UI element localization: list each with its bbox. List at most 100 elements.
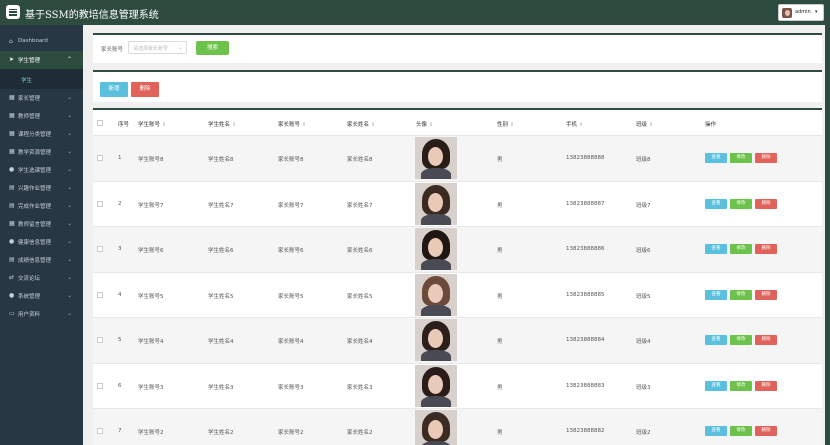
edit-button[interactable]: 修改 (730, 153, 752, 163)
view-button[interactable]: 查看 (705, 153, 727, 163)
grid-icon: ▦ (9, 94, 15, 101)
sidebar-item[interactable]: ▦ 家长管理 ⌄ (0, 89, 83, 107)
delete-button[interactable]: 删除 (755, 198, 777, 209)
sort-icon[interactable]: ⇕ (302, 122, 306, 128)
parent-account-select[interactable]: 请选择家长账号 ⌄ (128, 41, 187, 54)
sort-icon[interactable]: ⇕ (371, 122, 375, 128)
cell-phone: 13823888888 (566, 155, 605, 161)
delete-button[interactable]: 删除 (755, 335, 777, 345)
view-button[interactable]: 查看 (705, 380, 727, 391)
cell-no: 5 (118, 337, 122, 343)
column-header[interactable]: 性别 ⇕ (497, 120, 514, 128)
sidebar-item-label: 学生选课管理 (18, 168, 52, 174)
delete-button[interactable]: 删除 (755, 380, 777, 391)
cell-class: 班级3 (636, 384, 651, 391)
sidebar-item-label: Dashboard (18, 38, 48, 44)
edit-button[interactable]: 修改 (730, 198, 752, 209)
add-button[interactable]: 新增 (100, 82, 128, 97)
cell-no: 4 (118, 291, 122, 298)
view-button[interactable]: 查看 (705, 289, 727, 300)
row-checkbox[interactable] (97, 200, 103, 207)
edit-button[interactable]: 修改 (730, 426, 752, 436)
cell-gender: 男 (497, 248, 503, 254)
cell-parent-account: 家长账号6 (278, 248, 304, 254)
sort-icon[interactable]: ⇕ (579, 122, 583, 128)
sort-icon[interactable]: ⇕ (232, 122, 236, 128)
view-button[interactable]: 查看 (705, 426, 727, 436)
edit-button[interactable]: 修改 (730, 289, 752, 300)
row-checkbox[interactable] (97, 428, 103, 434)
sidebar-item-label: 教师管理 (18, 114, 41, 120)
cell-no: 3 (118, 246, 122, 252)
delete-button[interactable]: 删除 (755, 153, 777, 163)
sidebar-item[interactable]: ▭ 用户资料 ⌄ (0, 305, 83, 323)
sidebar-item[interactable]: ⌂ Dashboard (0, 33, 83, 51)
search-button[interactable]: 搜索 (196, 41, 229, 55)
menu-toggle-icon[interactable] (6, 5, 20, 19)
cell-student-name: 学生姓名4 (208, 339, 234, 345)
sidebar-item[interactable]: ● 学生选课管理 ⌄ (0, 161, 83, 179)
sidebar-item[interactable]: ▦ 教学资源管理 ⌄ (0, 143, 83, 161)
face-shape (428, 374, 443, 394)
doc-icon: ▤ (9, 256, 15, 263)
row-checkbox[interactable] (97, 382, 103, 389)
sort-icon[interactable]: ⇕ (162, 122, 166, 128)
cell-parent-name: 家长姓名3 (347, 384, 373, 391)
grid-icon: ▦ (9, 130, 15, 137)
cell-parent-name: 家长姓名6 (347, 248, 373, 254)
column-header[interactable]: 学生账号 ⇕ (138, 120, 166, 128)
sidebar-subitem[interactable]: 学生 (0, 69, 83, 89)
cell-class: 班级7 (636, 202, 651, 209)
cell-phone: 13823888886 (566, 246, 605, 252)
view-button[interactable]: 查看 (705, 335, 727, 345)
user-menu[interactable]: admin ▾ (778, 4, 824, 21)
face-shape (428, 283, 443, 303)
column-header[interactable]: 班级 ⇕ (636, 120, 653, 128)
view-button[interactable]: 查看 (705, 198, 727, 209)
sidebar-item[interactable]: ▤ 兴趣作业管理 ⌄ (0, 179, 83, 197)
column-header[interactable]: 家长账号 ⇕ (278, 120, 306, 128)
edit-button[interactable]: 修改 (730, 244, 752, 254)
select-all-checkbox[interactable] (97, 120, 103, 126)
scrollbar[interactable] (825, 25, 830, 445)
row-checkbox[interactable] (97, 291, 103, 298)
row-checkbox[interactable] (97, 246, 103, 252)
column-header[interactable]: 头像 ⇕ (416, 120, 433, 128)
sidebar-item[interactable]: ● 健康信息管理 ⌄ (0, 233, 83, 251)
cell-no: 6 (118, 382, 122, 389)
bulk-delete-button[interactable]: 删除 (131, 82, 159, 97)
sidebar-item[interactable]: ● 系统管理 ⌄ (0, 287, 83, 305)
sidebar-item-label: 健康信息管理 (18, 240, 52, 246)
table-header: 序号 学生账号 ⇕ 学生姓名 ⇕ 家长账号 ⇕ 家长姓名 ⇕ 头像 ⇕ 性别 ⇕ 手机 ⇕ 班级 ⇕ 操作 (93, 110, 822, 136)
sidebar-item[interactable]: ▦ 教师管理 ⌄ (0, 107, 83, 125)
chevron-down-icon: ⌄ (67, 94, 73, 101)
sidebar-item[interactable]: ▤ 完成作业管理 ⌄ (0, 197, 83, 215)
delete-button[interactable]: 删除 (755, 244, 777, 254)
sidebar-item[interactable]: ▦ 课程分类管理 ⌄ (0, 125, 83, 143)
edit-button[interactable]: 修改 (730, 380, 752, 391)
sidebar-item[interactable]: ➤ 学生管理 ⌃ (0, 51, 83, 69)
sort-icon[interactable]: ⇕ (649, 122, 653, 128)
sidebar-item[interactable]: ▤ 成绩信息管理 ⌄ (0, 251, 83, 269)
column-header[interactable]: 家长姓名 ⇕ (347, 120, 375, 128)
cell-class: 班级6 (636, 248, 651, 254)
view-button[interactable]: 查看 (705, 244, 727, 254)
sort-icon[interactable]: ⇕ (429, 122, 433, 128)
table-row: 7 学生账号2 学生姓名2 家长账号2 家长姓名2 男 13823888882 班级2 查看 修改… (93, 409, 822, 445)
cell-student-account: 学生账号5 (138, 293, 164, 300)
column-header[interactable]: 手机 ⇕ (566, 120, 583, 128)
sidebar-item-label: 教师留言管理 (18, 222, 52, 228)
delete-button[interactable]: 删除 (755, 426, 777, 436)
sort-icon[interactable]: ⇕ (510, 122, 514, 128)
avatar-photo (415, 364, 457, 407)
row-checkbox[interactable] (97, 337, 103, 343)
cell-gender: 男 (497, 384, 503, 391)
cell-phone: 13823888882 (566, 428, 605, 434)
row-checkbox[interactable] (97, 155, 103, 161)
sidebar-item[interactable]: ⇄ 交流论坛 ⌄ (0, 269, 83, 287)
delete-button[interactable]: 删除 (755, 289, 777, 300)
sidebar-item[interactable]: ▦ 教师留言管理 ⌄ (0, 215, 83, 233)
cell-gender: 男 (497, 202, 503, 209)
column-header[interactable]: 学生姓名 ⇕ (208, 120, 236, 128)
edit-button[interactable]: 修改 (730, 335, 752, 345)
